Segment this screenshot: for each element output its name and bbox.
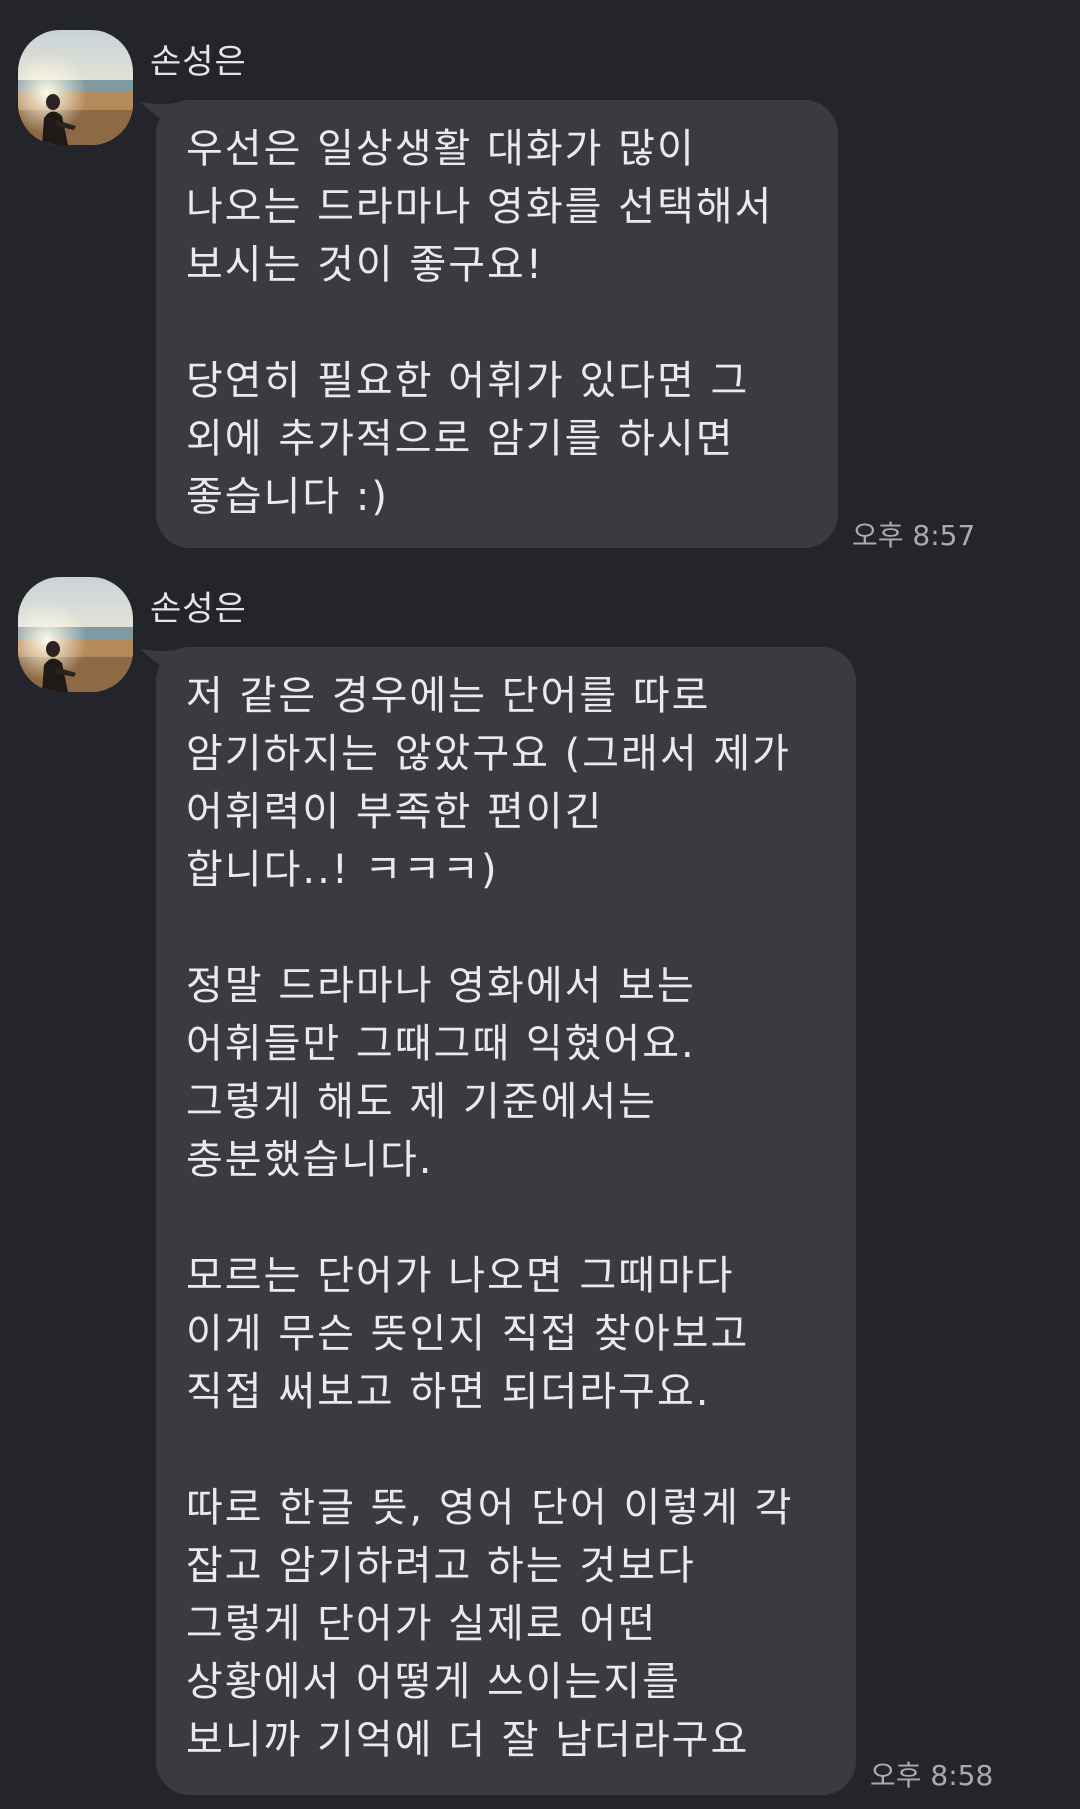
message-paragraph: 따로 한글 뜻, 영어 단어 이렇게 각 잡고 암기하려고 하는 것보다 그렇게… [186,1485,794,1763]
beach-photo-icon [18,577,133,692]
message-bubble[interactable]: 저 같은 경우에는 단어를 따로 암기하지는 않았구요 (그래서 제가 어휘력이… [140,647,856,1795]
message-paragraph: 모르는 단어가 나오면 그때마다 이게 무슨 뜻인지 직접 찾아보고 직접 써보… [186,1253,750,1415]
message-paragraph: 당연히 필요한 어휘가 있다면 그 외에 추가적으로 암기를 하시면 좋습니다 … [186,358,750,520]
bubble-tail-icon [140,102,180,132]
timestamp: 오후 8:57 [852,519,976,552]
sender-name: 손성은 [150,42,247,82]
message-paragraph: 정말 드라마나 영화에서 보는 어휘들만 그때그때 익혔어요. 그렇게 해도 제… [186,963,696,1183]
message-paragraph: 저 같은 경우에는 단어를 따로 암기하지는 않았구요 (그래서 제가 어휘력이… [186,673,791,893]
message-bubble[interactable]: 우선은 일상생활 대화가 많이 나오는 드라마나 영화를 선택해서 보시는 것이… [140,100,838,548]
bubble-tail-icon [140,649,180,679]
timestamp: 오후 8:58 [870,1759,994,1792]
avatar[interactable] [18,577,133,692]
sender-name: 손성은 [150,589,247,629]
message-paragraph: 우선은 일상생활 대화가 많이 나오는 드라마나 영화를 선택해서 보시는 것이… [186,126,774,288]
beach-photo-icon [18,30,133,145]
avatar[interactable] [18,30,133,145]
